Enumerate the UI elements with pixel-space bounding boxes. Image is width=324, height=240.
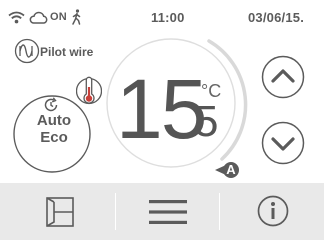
auto-clock-icon xyxy=(44,97,58,112)
menu-button[interactable] xyxy=(116,183,219,240)
mode-line-2: Eco xyxy=(40,129,68,146)
bottom-nav-bar xyxy=(0,183,324,240)
increase-button[interactable] xyxy=(261,55,305,99)
info-icon xyxy=(257,195,289,227)
mode-label: Auto Eco xyxy=(16,112,92,146)
window-icon xyxy=(46,197,74,227)
mode-line-1: Auto xyxy=(36,112,72,129)
decrease-button[interactable] xyxy=(261,121,305,165)
info-button[interactable] xyxy=(220,183,324,240)
menu-icon xyxy=(149,200,187,224)
open-window-button[interactable] xyxy=(0,183,115,240)
temperature-value: 15 xyxy=(116,62,207,156)
temperature-decimal: 5 xyxy=(194,97,219,146)
badge-label: A xyxy=(226,162,236,177)
auto-badge: A xyxy=(213,160,243,180)
